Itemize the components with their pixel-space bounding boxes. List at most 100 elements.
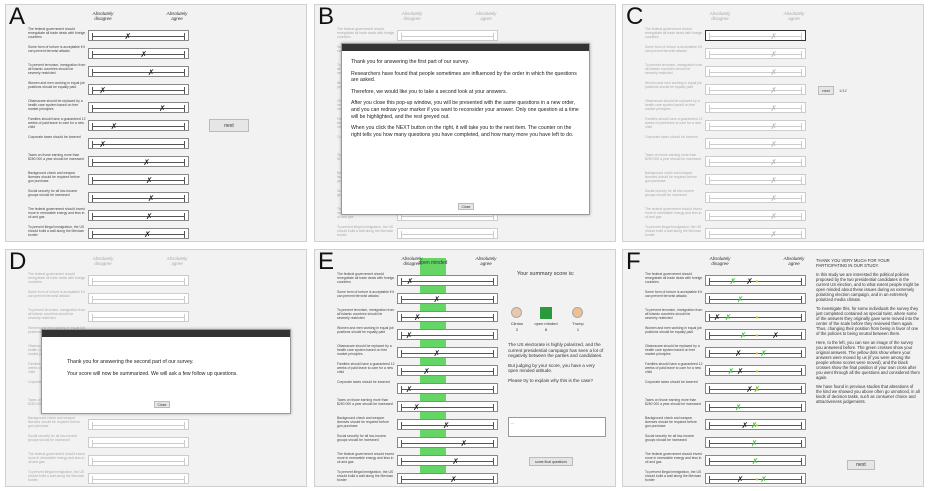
rating-scale[interactable]: ✗ [397,275,498,286]
rating-scale[interactable]: ✗ [705,30,806,41]
rating-scale[interactable]: ✗ [705,48,806,59]
rating-scale[interactable] [88,275,189,286]
rating-scale[interactable]: ✗ ✗ • [705,383,806,394]
rating-scale[interactable]: ✗ [88,66,189,77]
rating-scale[interactable]: ✗ [88,84,189,95]
answer-marker[interactable]: ✗ [770,139,777,150]
rating-scale[interactable]: ✗ [705,120,806,131]
rating-scale[interactable]: ✗ [705,174,806,185]
answer-marker[interactable]: ✗ [452,456,459,467]
rating-scale[interactable]: ✗ [88,120,189,131]
rating-scale[interactable] [88,419,189,430]
rating-scale[interactable] [397,30,498,41]
rating-scale[interactable] [88,455,189,466]
rating-scale[interactable] [88,311,189,322]
answer-marker[interactable]: ✗ [450,474,457,485]
rating-scale[interactable] [397,228,498,239]
rating-scale[interactable]: ✗ ✗ • [705,347,806,358]
rating-scale[interactable]: ✗ [705,401,806,412]
rating-scale[interactable]: ✗ [705,192,806,203]
answer-marker[interactable]: ✗ [111,121,118,132]
rating-scale[interactable]: ✗ [705,102,806,113]
rating-scale[interactable]: ✗ [397,383,498,394]
next-button[interactable]: next [818,86,834,95]
answer-marker[interactable]: ✗ [406,330,413,341]
rating-scale[interactable]: ✗ [397,437,498,448]
answer-marker[interactable]: ✗ [146,175,153,186]
rating-scale[interactable]: ✗ [705,293,806,304]
answer-marker[interactable]: ✗ [148,193,155,204]
rating-scale[interactable]: ✗ [88,30,189,41]
answer-marker[interactable]: ✗ [146,211,153,222]
rating-scale[interactable]: ✗ ✗ • [705,419,806,430]
answer-marker[interactable]: ✗ [770,121,777,132]
rating-scale[interactable]: ✗ [397,455,498,466]
answer-marker[interactable]: ✗ [144,229,151,240]
answer-marker[interactable]: ✗ [434,294,441,305]
close-button[interactable]: Close [458,203,474,210]
rating-scale[interactable]: ✗ [705,228,806,239]
rating-scale[interactable]: ✗ [397,293,498,304]
answer-marker[interactable]: ✗ [140,49,147,60]
answer-marker[interactable]: ✗ [770,157,777,168]
explanation-textarea[interactable]: ... [508,417,606,437]
rating-scale[interactable]: ✗ [397,401,498,412]
answer-marker[interactable]: ✗ [99,85,106,96]
rating-scale[interactable]: ✗ [88,228,189,239]
rating-scale[interactable]: ✗ [705,437,806,448]
rating-scale[interactable]: ✗ [88,48,189,59]
rating-scale[interactable]: ✗ [705,455,806,466]
rating-scale[interactable]: ✗ [397,473,498,484]
rating-scale[interactable]: ✗ [397,311,498,322]
answer-marker[interactable]: ✗ [143,157,150,168]
answer-marker[interactable]: ✗ [770,211,777,222]
rating-scale[interactable] [88,293,189,304]
rating-scale[interactable]: ✗ [705,84,806,95]
answer-marker[interactable]: ✗ [406,384,413,395]
rating-scale[interactable]: ✗ ✗ • [705,365,806,376]
answer-marker[interactable]: ✗ [770,229,777,240]
answer-marker[interactable]: ✗ [770,49,777,60]
rating-scale[interactable]: ✗ [397,419,498,430]
answer-marker[interactable]: ✗ [770,103,777,114]
answer-marker[interactable]: ✗ [99,139,106,150]
answer-marker[interactable]: ✗ [414,312,421,323]
next-button[interactable]: next [209,119,249,132]
answer-marker[interactable]: ✗ [407,276,414,287]
answer-marker[interactable]: ✗ [461,438,468,449]
rating-scale[interactable]: ✗ [88,210,189,221]
answer-marker[interactable]: ✗ [413,402,420,413]
rating-scale[interactable]: ✗ [88,174,189,185]
rating-scale[interactable]: ✗ ✗ • [705,275,806,286]
answer-marker[interactable]: ✗ [770,67,777,78]
answer-marker[interactable]: ✗ [443,420,450,431]
rating-scale[interactable]: ✗ [88,192,189,203]
rating-scale[interactable]: ✗ [705,210,806,221]
answer-marker[interactable]: ✗ [434,348,441,359]
answer-marker[interactable]: ✗ [423,366,430,377]
rating-scale[interactable] [88,473,189,484]
rating-scale[interactable]: ✗ [705,66,806,77]
final-questions-button[interactable]: some final questions [529,457,573,466]
answer-marker[interactable]: ✗ [159,103,166,114]
close-button[interactable]: Close [154,401,170,408]
rating-scale[interactable]: ✗ [397,347,498,358]
rating-scale[interactable]: ✗ [705,156,806,167]
rating-scale[interactable]: ✗ [88,138,189,149]
rating-scale[interactable]: ✗ ✗ • [705,473,806,484]
answer-marker[interactable]: ✗ [770,193,777,204]
answer-marker[interactable]: ✗ [770,31,777,42]
rating-scale[interactable]: ✗ [705,138,806,149]
rating-scale[interactable] [88,437,189,448]
rating-scale[interactable]: ✗ ✗ • [705,329,806,340]
rating-scale[interactable]: ✗ [88,156,189,167]
answer-marker[interactable]: ✗ [148,67,155,78]
answer-marker[interactable]: ✗ [125,31,132,42]
next-button[interactable]: next [847,460,875,470]
rating-scale[interactable]: ✗ [397,329,498,340]
rating-scale[interactable]: ✗ ✗ • [705,311,806,322]
answer-marker[interactable]: ✗ [770,175,777,186]
answer-marker[interactable]: ✗ [770,85,777,96]
rating-scale[interactable]: ✗ [397,365,498,376]
rating-scale[interactable]: ✗ [88,102,189,113]
